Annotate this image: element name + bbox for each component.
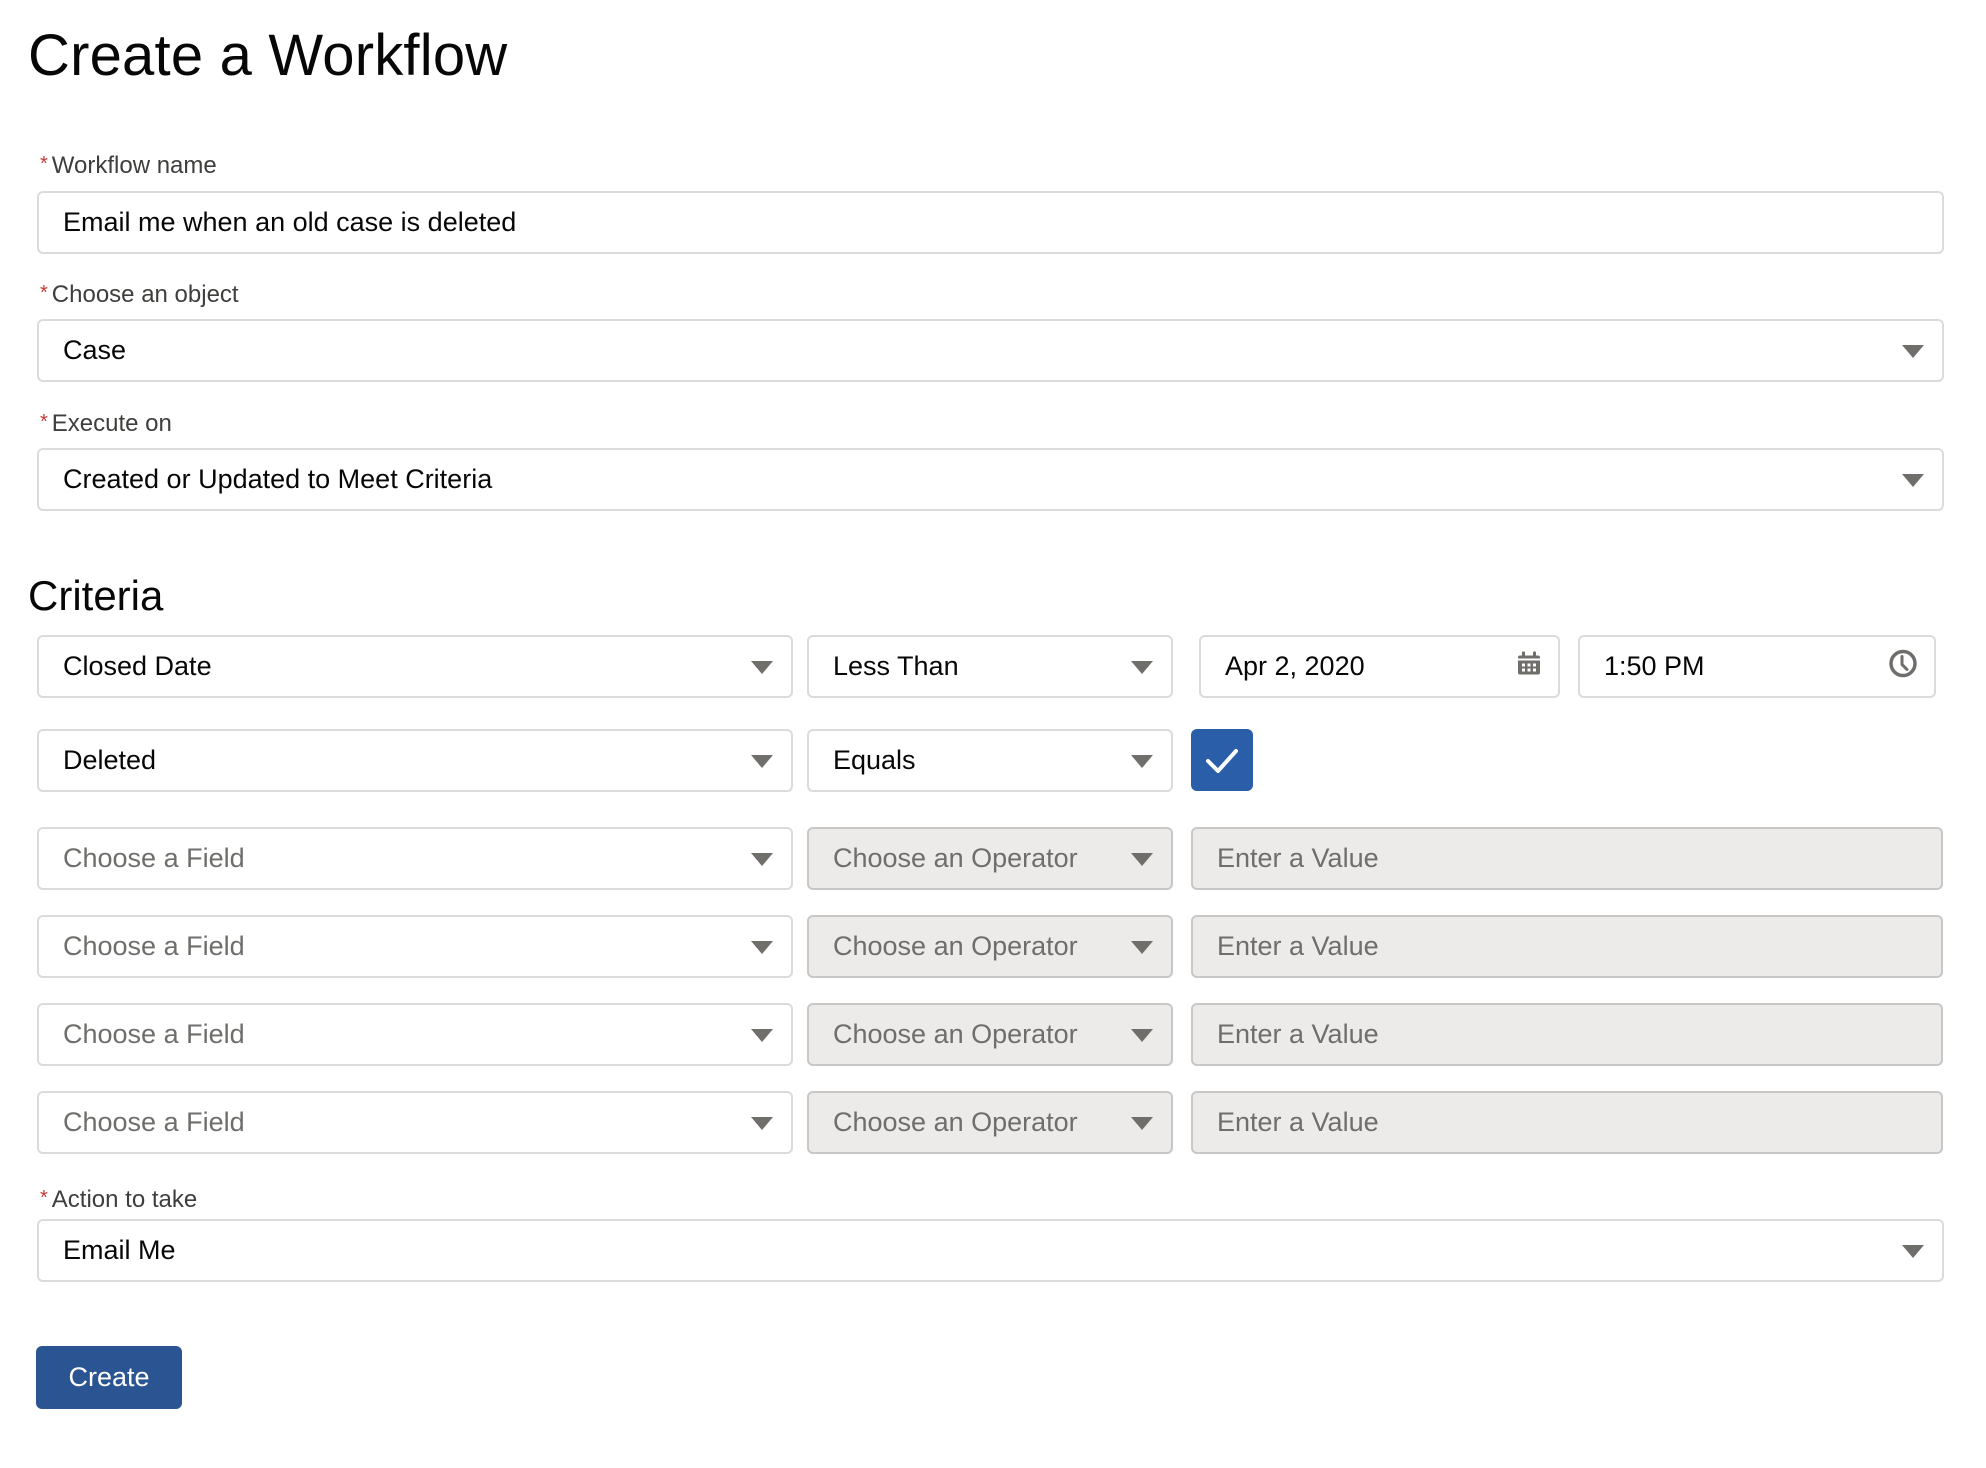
chevron-down-icon [1902,473,1924,487]
criteria-field-placeholder: Choose a Field [63,1107,245,1137]
chevron-down-icon [1131,1028,1153,1042]
criteria-field-select[interactable]: Choose a Field [37,915,793,978]
criteria-field-value: Closed Date [63,651,212,681]
required-marker: * [40,153,48,175]
clock-icon[interactable] [1888,648,1918,685]
workflow-name-value: Email me when an old case is deleted [63,207,517,237]
chevron-down-icon [1131,940,1153,954]
action-label: * Action to take [40,1186,197,1214]
criteria-value-placeholder: Enter a Value [1217,1019,1379,1049]
criteria-value-input[interactable]: Enter a Value [1191,1003,1943,1066]
chevron-down-icon [751,1116,773,1130]
required-marker: * [40,411,48,433]
criteria-field-placeholder: Choose a Field [63,843,245,873]
criteria-field-select[interactable]: Choose a Field [37,827,793,890]
criteria-heading: Criteria [28,572,164,619]
object-select[interactable]: Case [37,319,1944,382]
criteria-operator-value: Less Than [833,651,959,681]
criteria-operator-value: Equals [833,745,916,775]
criteria-date-input[interactable]: Apr 2, 2020 [1199,635,1560,698]
criteria-field-select[interactable]: Choose a Field [37,1003,793,1066]
criteria-operator-select[interactable]: Less Than [807,635,1173,698]
execute-on-select[interactable]: Created or Updated to Meet Criteria [37,448,1944,511]
create-button[interactable]: Create [36,1346,182,1409]
criteria-operator-placeholder: Choose an Operator [833,843,1078,873]
criteria-field-select[interactable]: Choose a Field [37,1091,793,1154]
object-label-text: Choose an object [51,281,239,308]
chevron-down-icon [1902,1244,1924,1258]
execute-on-label-text: Execute on [51,410,172,437]
criteria-field-value: Deleted [63,745,157,775]
criteria-operator-select[interactable]: Equals [807,729,1173,792]
object-value: Case [63,335,127,365]
criteria-operator-select[interactable]: Choose an Operator [807,915,1173,978]
criteria-value-checkbox[interactable] [1191,729,1253,791]
execute-on-value: Created or Updated to Meet Criteria [63,464,493,494]
workflow-name-input[interactable]: Email me when an old case is deleted [37,191,1944,254]
chevron-down-icon [1131,660,1153,674]
workflow-name-label-text: Workflow name [51,152,217,179]
chevron-down-icon [1131,1116,1153,1130]
chevron-down-icon [1131,852,1153,866]
criteria-value-input[interactable]: Enter a Value [1191,827,1943,890]
chevron-down-icon [751,1028,773,1042]
required-marker: * [40,1187,48,1209]
object-label: * Choose an object [40,281,239,309]
criteria-value-input[interactable]: Enter a Value [1191,1091,1943,1154]
criteria-field-select[interactable]: Closed Date [37,635,793,698]
chevron-down-icon [751,660,773,674]
chevron-down-icon [751,754,773,768]
criteria-operator-placeholder: Choose an Operator [833,1107,1078,1137]
action-value: Email Me [63,1235,176,1265]
required-marker: * [40,282,48,304]
criteria-date-value: Apr 2, 2020 [1225,651,1365,681]
execute-on-label: * Execute on [40,410,172,438]
criteria-time-value: 1:50 PM [1604,651,1705,681]
criteria-field-select[interactable]: Deleted [37,729,793,792]
criteria-value-input[interactable]: Enter a Value [1191,915,1943,978]
chevron-down-icon [751,852,773,866]
checkmark-icon [1206,749,1238,773]
criteria-operator-select[interactable]: Choose an Operator [807,1003,1173,1066]
criteria-operator-placeholder: Choose an Operator [833,1019,1078,1049]
chevron-down-icon [1131,754,1153,768]
criteria-field-placeholder: Choose a Field [63,1019,245,1049]
criteria-operator-select[interactable]: Choose an Operator [807,1091,1173,1154]
action-label-text: Action to take [51,1186,198,1213]
page-title: Create a Workflow [28,23,508,88]
calendar-icon[interactable] [1516,650,1542,683]
criteria-time-input[interactable]: 1:50 PM [1578,635,1936,698]
criteria-value-placeholder: Enter a Value [1217,1107,1379,1137]
criteria-value-placeholder: Enter a Value [1217,931,1379,961]
criteria-value-placeholder: Enter a Value [1217,843,1379,873]
criteria-operator-select[interactable]: Choose an Operator [807,827,1173,890]
chevron-down-icon [751,940,773,954]
criteria-field-placeholder: Choose a Field [63,931,245,961]
criteria-operator-placeholder: Choose an Operator [833,931,1078,961]
workflow-name-label: * Workflow name [40,152,217,180]
chevron-down-icon [1902,344,1924,358]
action-select[interactable]: Email Me [37,1219,1944,1282]
